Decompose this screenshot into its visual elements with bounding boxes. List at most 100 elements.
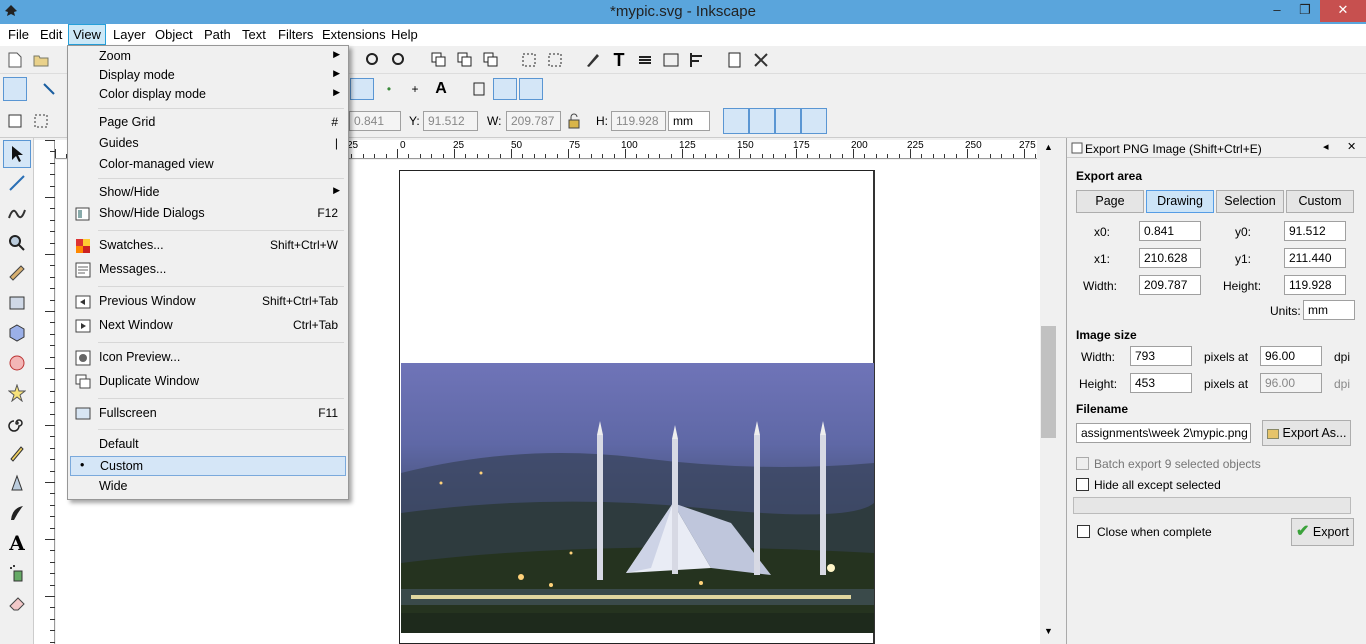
scrollbar-thumb[interactable]	[1041, 326, 1056, 438]
menu-item-custom[interactable]: • Custom	[70, 456, 346, 476]
spray-tool-icon[interactable]	[6, 562, 28, 584]
unit-select[interactable]: mm	[668, 111, 710, 131]
align-distribute-icon[interactable]	[686, 49, 708, 71]
3d-box-tool-icon[interactable]	[6, 322, 28, 344]
menu-item-page-grid[interactable]: Page Grid #	[70, 113, 346, 133]
menu-item-color-managed-view[interactable]: Color-managed view	[70, 155, 346, 175]
scroll-up-icon[interactable]: ▲	[1044, 142, 1053, 152]
canvas-vertical-scrollbar[interactable]: ▲ ▼	[1040, 140, 1058, 644]
area-height-field[interactable]: 119.928	[1284, 275, 1346, 295]
menu-item-wide[interactable]: Wide	[70, 477, 346, 497]
ellipse-tool-icon[interactable]	[6, 352, 28, 374]
menu-view[interactable]: View	[68, 24, 106, 45]
menu-item-fullscreen[interactable]: Fullscreen F11	[70, 404, 346, 424]
xml-editor-icon[interactable]	[660, 49, 682, 71]
image-width-field[interactable]: 793	[1130, 346, 1192, 366]
panel-close-icon[interactable]: ✕	[1347, 140, 1356, 153]
zoom-selection-icon[interactable]	[362, 49, 384, 71]
menu-item-zoom[interactable]: Zoom ▶	[70, 47, 346, 67]
h-field[interactable]: 119.928	[611, 111, 666, 131]
fill-stroke-icon[interactable]	[582, 49, 604, 71]
menu-item-next-window[interactable]: Next Window Ctrl+Tab	[70, 316, 346, 336]
area-width-field[interactable]: 209.787	[1139, 275, 1201, 295]
panel-iconify-icon[interactable]: ◂	[1323, 140, 1329, 153]
menu-item-messages[interactable]: Messages...	[70, 260, 346, 280]
close-when-complete-label[interactable]: Close when complete	[1097, 525, 1212, 539]
star-tool-icon[interactable]	[6, 382, 28, 404]
calligraphy-tool-icon[interactable]	[6, 502, 28, 524]
menu-help[interactable]: Help	[391, 27, 418, 42]
pen-tool-icon[interactable]	[6, 472, 28, 494]
area-page-button[interactable]: Page	[1076, 190, 1144, 213]
y-field[interactable]: 91.512	[423, 111, 478, 131]
new-document-icon[interactable]	[4, 49, 26, 71]
menu-item-show-hide[interactable]: Show/Hide ▶	[70, 183, 346, 203]
menu-edit[interactable]: Edit	[40, 27, 62, 42]
node-tool-icon[interactable]	[6, 172, 28, 194]
pencil-tool-icon[interactable]	[6, 442, 28, 464]
w-field[interactable]: 209.787	[506, 111, 561, 131]
hide-all-label[interactable]: Hide all except selected	[1094, 478, 1221, 492]
duplicate-icon[interactable]	[428, 49, 450, 71]
y0-field[interactable]: 91.512	[1284, 221, 1346, 241]
measure-tool-icon[interactable]	[6, 262, 28, 284]
menu-extensions[interactable]: Extensions	[322, 27, 386, 42]
x0-field[interactable]: 0.841	[1139, 221, 1201, 241]
layers-icon[interactable]	[634, 49, 656, 71]
menu-file[interactable]: File	[8, 27, 29, 42]
image-height-field[interactable]: 453	[1130, 373, 1192, 393]
text-font-icon[interactable]: T	[608, 49, 630, 71]
lock-icon[interactable]	[563, 110, 585, 132]
close-button[interactable]: ✕	[1320, 0, 1366, 22]
transform-gradient-button[interactable]	[775, 108, 801, 134]
menu-item-previous-window[interactable]: Previous Window Shift+Ctrl+Tab	[70, 292, 346, 312]
preferences-icon[interactable]	[750, 49, 772, 71]
menu-item-icon-preview[interactable]: Icon Preview...	[70, 348, 346, 368]
x1-field[interactable]: 210.628	[1139, 248, 1201, 268]
y1-field[interactable]: 211.440	[1284, 248, 1346, 268]
snap-guide-icon[interactable]: •	[378, 78, 400, 100]
menu-item-swatches[interactable]: Swatches... Shift+Ctrl+W	[70, 236, 346, 256]
unlink-clone-icon[interactable]	[480, 49, 502, 71]
dpi-field[interactable]: 96.00	[1260, 346, 1322, 366]
zoom-drawing-icon[interactable]	[388, 49, 410, 71]
maximize-button[interactable]: ❐	[1290, 0, 1320, 22]
spiral-tool-icon[interactable]	[6, 412, 28, 434]
menu-text[interactable]: Text	[242, 27, 266, 42]
area-drawing-button[interactable]: Drawing	[1146, 190, 1214, 213]
transform-corners-button[interactable]	[749, 108, 775, 134]
snap-grid-button[interactable]	[493, 78, 517, 100]
area-custom-button[interactable]: Custom	[1286, 190, 1354, 213]
document-properties-icon[interactable]	[724, 49, 746, 71]
open-folder-icon[interactable]	[30, 49, 52, 71]
text-tool-icon[interactable]: A	[6, 531, 28, 555]
snap-nodes-button[interactable]	[350, 78, 374, 100]
menu-item-color-display-mode[interactable]: Color display mode ▶	[70, 85, 346, 105]
tweak-tool-icon[interactable]	[6, 202, 28, 224]
menu-item-show-hide-dialogs[interactable]: Show/Hide Dialogs F12	[70, 204, 346, 224]
select-all-icon[interactable]	[4, 110, 26, 132]
rectangle-tool-icon[interactable]	[6, 292, 28, 314]
minimize-button[interactable]: –	[1262, 0, 1292, 22]
export-button[interactable]: ✔ Export	[1291, 518, 1354, 546]
eraser-tool-icon[interactable]	[6, 592, 28, 614]
x-field[interactable]: 0.841	[349, 111, 401, 131]
close-when-complete-checkbox[interactable]	[1077, 525, 1090, 538]
export-as-button[interactable]: Export As...	[1262, 420, 1351, 446]
menu-item-guides[interactable]: Guides |	[70, 134, 346, 154]
transform-pattern-button[interactable]	[801, 108, 827, 134]
snap-bbox-icon[interactable]	[38, 78, 60, 100]
snap-guides-button[interactable]	[519, 78, 543, 100]
menu-path[interactable]: Path	[204, 27, 231, 42]
zoom-tool-icon[interactable]	[6, 232, 28, 254]
menu-item-default[interactable]: Default	[70, 435, 346, 455]
area-selection-button[interactable]: Selection	[1216, 190, 1284, 213]
hide-all-checkbox[interactable]	[1076, 478, 1089, 491]
menu-layer[interactable]: Layer	[113, 27, 146, 42]
snap-page-icon[interactable]: +	[404, 78, 426, 100]
mosque-photo-image[interactable]	[401, 363, 874, 633]
group-icon[interactable]	[518, 49, 540, 71]
menu-item-display-mode[interactable]: Display mode ▶	[70, 66, 346, 86]
filename-field[interactable]: assignments\week 2\mypic.png	[1076, 423, 1251, 443]
scroll-down-icon[interactable]: ▼	[1044, 626, 1053, 636]
